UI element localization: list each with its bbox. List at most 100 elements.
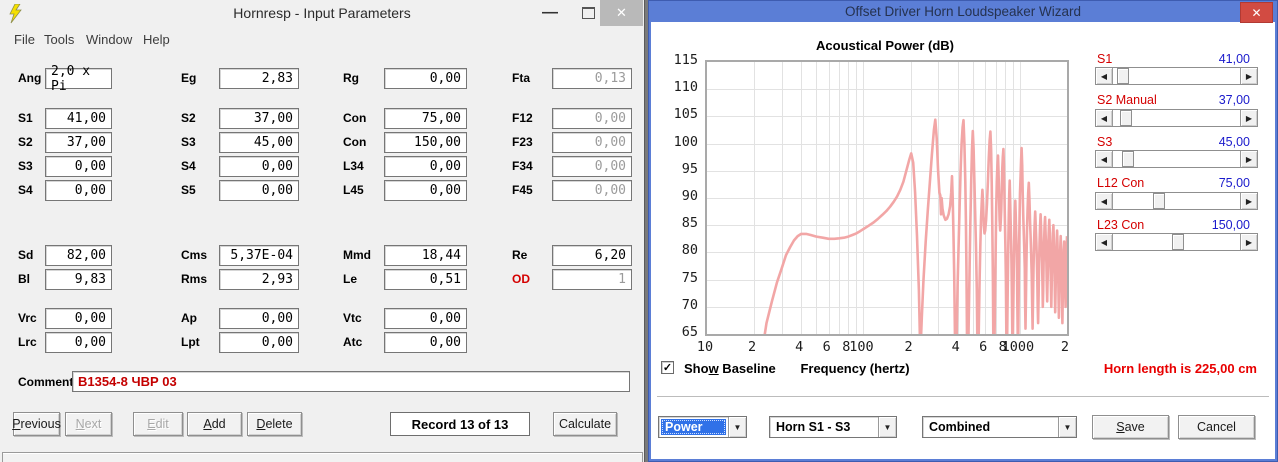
slider-label-l12: L12 Con [1097,176,1145,190]
slider-track-s1[interactable] [1113,68,1240,84]
arrow-right-icon[interactable]: ▶ [1240,234,1257,250]
label-eg: Eg [181,71,197,85]
field-s2[interactable]: 37,00 [45,132,112,153]
x-tick-100: 100 [849,339,874,355]
show-baseline-checkbox[interactable]: ✓ [661,361,674,374]
label-vtc: Vtc [343,311,362,325]
divider [657,396,1269,398]
field-f45[interactable]: 0,00 [552,180,632,201]
slider-thumb-s3[interactable] [1122,151,1134,167]
slider-track-l12[interactable] [1113,193,1240,209]
slider-thumb-s2[interactable] [1120,110,1132,126]
horn-segment-combo[interactable]: Horn S1 - S3 ▼ [769,416,897,438]
previous-button[interactable]: Previous [12,412,61,436]
minimize-button[interactable]: — [540,4,560,22]
chevron-down-icon[interactable]: ▼ [878,417,896,437]
arrow-right-icon[interactable]: ▶ [1240,193,1257,209]
calculate-button[interactable]: Calculate [553,412,617,436]
field-con[interactable]: 75,00 [384,108,467,129]
arrow-left-icon[interactable]: ◀ [1096,193,1113,209]
comment-label: Comment [18,375,74,389]
slider-s2[interactable]: ◀ ▶ [1095,109,1258,127]
field-mmd[interactable]: 18,44 [384,245,467,266]
field-re[interactable]: 6,20 [552,245,632,266]
label-f23: F23 [512,135,533,149]
field-ang[interactable]: 2,0 x Pi [45,64,112,94]
slider-track-s2[interactable] [1113,110,1240,126]
chevron-down-icon[interactable]: ▼ [728,417,746,437]
field-s4[interactable]: 0,00 [219,156,299,177]
field-eg[interactable]: 2,83 [219,68,299,89]
y-tick-75: 75 [681,269,698,286]
wizard-close-button[interactable]: ✕ [1240,2,1273,23]
field-od[interactable]: 1 [552,269,632,290]
cancel-button[interactable]: Cancel [1178,415,1255,439]
label-vrc: Vrc [18,311,37,325]
slider-label-s1: S1 [1097,52,1113,66]
delete-button[interactable]: Delete [247,412,302,436]
slider-thumb-l12[interactable] [1153,193,1165,209]
menu-item-file[interactable]: File [14,32,35,47]
arrow-left-icon[interactable]: ◀ [1096,110,1113,126]
field-f12[interactable]: 0,00 [552,108,632,129]
save-button[interactable]: Save [1092,415,1169,439]
arrow-right-icon[interactable]: ▶ [1240,68,1257,84]
field-l34[interactable]: 0,00 [384,156,467,177]
field-s4[interactable]: 0,00 [45,180,112,201]
slider-thumb-s1[interactable] [1117,68,1129,84]
label-s1: S1 [18,111,33,125]
field-s3[interactable]: 45,00 [219,132,299,153]
field-ap[interactable]: 0,00 [219,308,299,329]
field-s1[interactable]: 41,00 [45,108,112,129]
menu-item-help[interactable]: Help [143,32,170,47]
field-f34[interactable]: 0,00 [552,156,632,177]
field-f23[interactable]: 0,00 [552,132,632,153]
y-tick-90: 90 [681,188,698,204]
chevron-down-icon[interactable]: ▼ [1058,417,1076,437]
response-mode-combo[interactable]: Combined ▼ [922,416,1077,438]
graph-type-combo[interactable]: Power ▼ [658,416,747,438]
slider-s3[interactable]: ◀ ▶ [1095,150,1258,168]
arrow-left-icon[interactable]: ◀ [1096,151,1113,167]
menu-item-window[interactable]: Window [86,32,132,47]
menu-item-tools[interactable]: Tools [44,32,74,47]
field-bl[interactable]: 9,83 [45,269,112,290]
field-con[interactable]: 150,00 [384,132,467,153]
slider-thumb-l23[interactable] [1172,234,1184,250]
next-button[interactable]: Next [65,412,112,436]
horn-length-note: Horn length is 225,00 cm [1103,361,1257,376]
field-atc[interactable]: 0,00 [384,332,467,353]
slider-track-s3[interactable] [1113,151,1240,167]
arrow-left-icon[interactable]: ◀ [1096,68,1113,84]
field-cms[interactable]: 5,37E-04 [219,245,299,266]
arrow-right-icon[interactable]: ▶ [1240,151,1257,167]
label-atc: Atc [343,335,363,349]
field-s5[interactable]: 0,00 [219,180,299,201]
slider-l23[interactable]: ◀ ▶ [1095,233,1258,251]
edit-button[interactable]: Edit [133,412,183,436]
field-s2[interactable]: 37,00 [219,108,299,129]
slider-l12[interactable]: ◀ ▶ [1095,192,1258,210]
close-button[interactable]: ✕ [600,0,643,26]
y-tick-95: 95 [681,160,698,177]
label-ang: Ang [18,71,42,85]
field-rms[interactable]: 2,93 [219,269,299,290]
field-vtc[interactable]: 0,00 [384,308,467,329]
arrow-left-icon[interactable]: ◀ [1096,234,1113,250]
arrow-right-icon[interactable]: ▶ [1240,110,1257,126]
slider-s1[interactable]: ◀ ▶ [1095,67,1258,85]
field-l45[interactable]: 0,00 [384,180,467,201]
maximize-button[interactable] [578,4,598,22]
label-s3: S3 [181,135,196,149]
field-fta[interactable]: 0,13 [552,68,632,89]
add-button[interactable]: Add [187,412,242,436]
field-s3[interactable]: 0,00 [45,156,112,177]
field-rg[interactable]: 0,00 [384,68,467,89]
field-sd[interactable]: 82,00 [45,245,112,266]
field-lpt[interactable]: 0,00 [219,332,299,353]
field-lrc[interactable]: 0,00 [45,332,112,353]
field-le[interactable]: 0,51 [384,269,467,290]
slider-track-l23[interactable] [1113,234,1240,250]
comment-input[interactable]: B1354-8 ЧВР 03 [72,371,630,392]
field-vrc[interactable]: 0,00 [45,308,112,329]
